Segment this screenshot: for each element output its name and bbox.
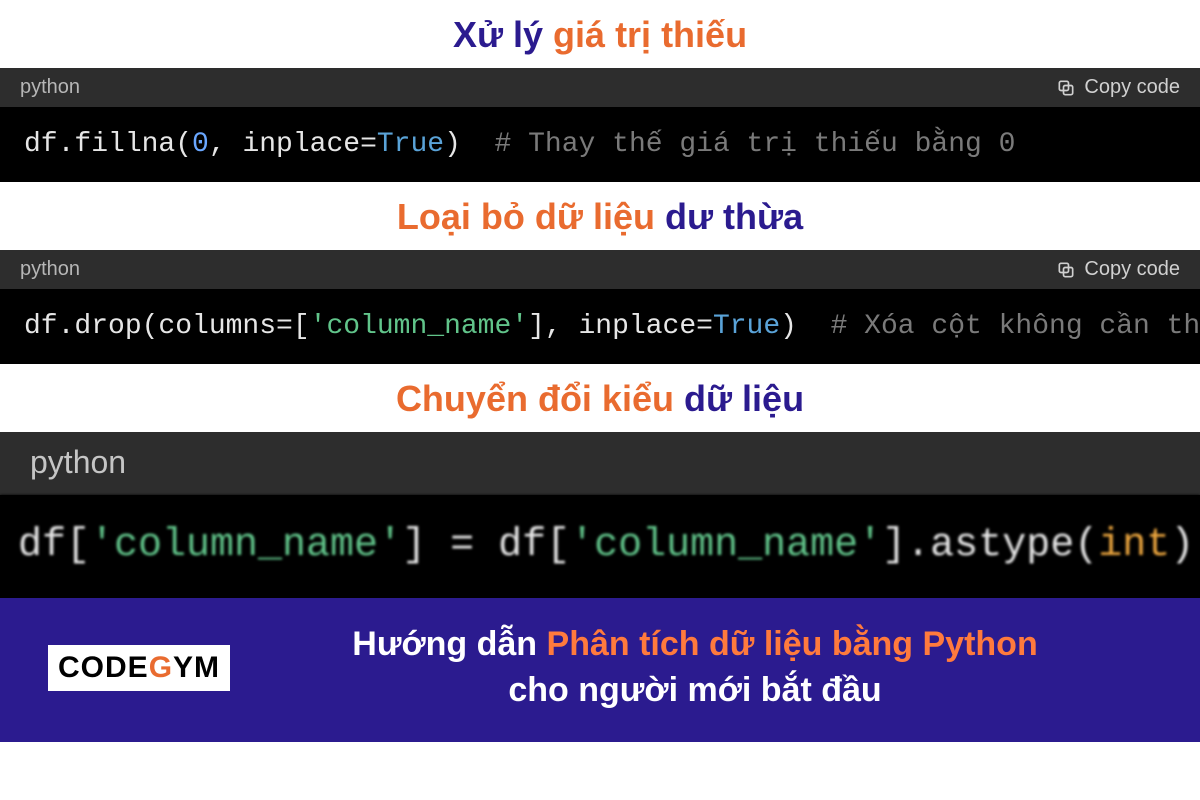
code-language-label: python — [30, 444, 126, 481]
copy-icon — [1056, 78, 1076, 98]
footer-line2: cho người mới bắt đầu — [508, 671, 881, 709]
footer-banner: CODEGYM Hướng dẫn Phân tích dữ liệu bằng… — [0, 598, 1200, 742]
heading-part-orange: Loại bỏ dữ liệu — [397, 196, 665, 237]
code-content: df['column_name'] = df['column_name'].as… — [0, 495, 1200, 598]
code-block-astype: python df['column_name'] = df['column_na… — [0, 432, 1200, 598]
footer-title: Hướng dẫn Phân tích dữ liệu bằng Python … — [270, 622, 1180, 714]
code-content: df.fillna(0, inplace=True) # Thay thế gi… — [0, 107, 1200, 182]
heading-part-blue: Xử lý — [453, 14, 553, 55]
copy-code-button[interactable]: Copy code — [1056, 258, 1180, 281]
copy-code-label: Copy code — [1084, 76, 1180, 99]
heading-missing-values: Xử lý giá trị thiếu — [0, 0, 1200, 68]
heading-part-blue: dư thừa — [665, 196, 803, 237]
code-block-drop: python Copy code df.drop(columns=['colum… — [0, 250, 1200, 364]
copy-icon — [1056, 260, 1076, 280]
heading-drop-columns: Loại bỏ dữ liệu dư thừa — [0, 182, 1200, 250]
code-content: df.drop(columns=['column_name'], inplace… — [0, 289, 1200, 364]
footer-line1-white: Hướng dẫn — [352, 625, 546, 663]
heading-astype: Chuyển đổi kiểu dữ liệu — [0, 364, 1200, 432]
heading-part-orange: giá trị thiếu — [553, 14, 747, 55]
logo-text-prefix: CODE — [58, 651, 149, 684]
code-header: python Copy code — [0, 68, 1200, 107]
codegym-logo: CODEGYM — [48, 645, 230, 691]
heading-part-blue: dữ liệu — [684, 378, 804, 419]
copy-code-button[interactable]: Copy code — [1056, 76, 1180, 99]
code-header: python Copy code — [0, 250, 1200, 289]
logo-text-suffix: YM — [173, 651, 220, 684]
footer-line1-orange: Phân tích dữ liệu bằng Python — [547, 625, 1038, 663]
code-language-label: python — [20, 258, 80, 281]
copy-code-label: Copy code — [1084, 258, 1180, 281]
logo-text-g: G — [149, 651, 173, 684]
code-language-label: python — [20, 76, 80, 99]
heading-part-orange: Chuyển đổi kiểu — [396, 378, 684, 419]
code-header: python — [0, 432, 1200, 495]
code-block-fillna: python Copy code df.fillna(0, inplace=Tr… — [0, 68, 1200, 182]
